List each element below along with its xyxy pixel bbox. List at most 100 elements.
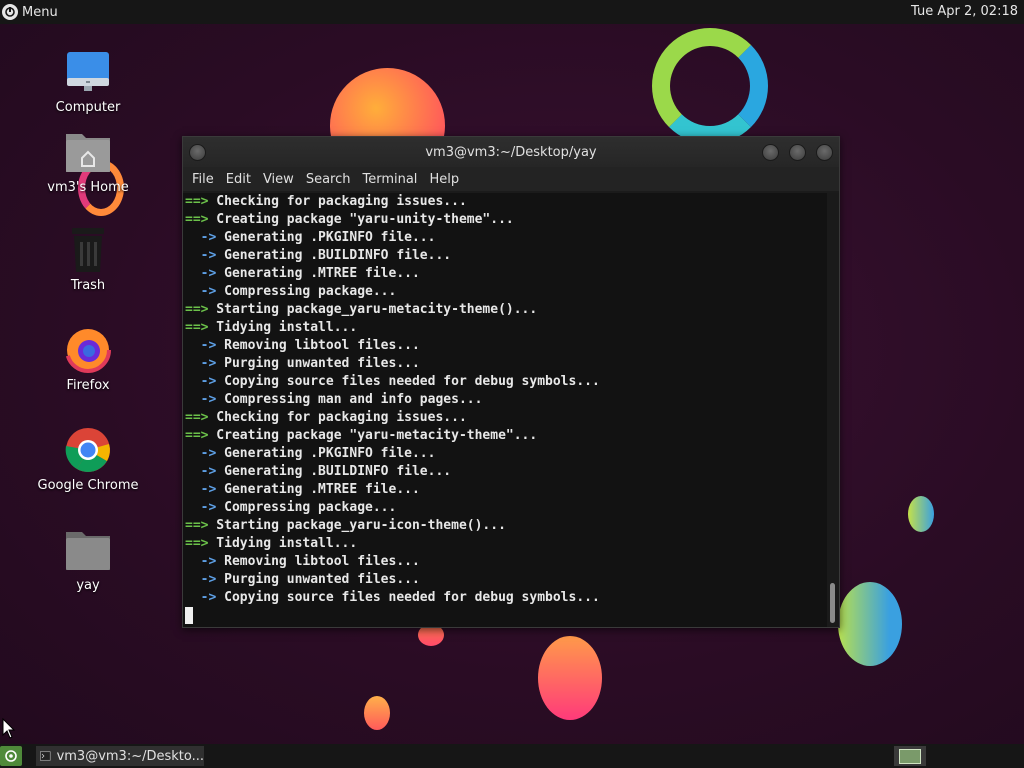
trash-icon bbox=[64, 226, 112, 274]
line-text: Generating .BUILDINFO file... bbox=[216, 464, 452, 479]
terminal-line: -> Compressing man and info pages... bbox=[185, 391, 829, 409]
window-title: vm3@vm3:~/Desktop/yay bbox=[425, 144, 597, 160]
window-titlebar[interactable]: vm3@vm3:~/Desktop/yay bbox=[183, 137, 839, 167]
terminal-line: -> Generating .PKGINFO file... bbox=[185, 445, 829, 463]
line-prefix: ==> bbox=[185, 410, 209, 425]
terminal-line: -> Compressing package... bbox=[185, 499, 829, 517]
start-logo-icon bbox=[5, 750, 17, 762]
line-prefix: ==> bbox=[185, 536, 209, 551]
desktop-icon-home[interactable]: vm3's Home bbox=[33, 128, 143, 195]
terminal-line: -> Purging unwanted files... bbox=[185, 571, 829, 589]
minimize-button[interactable] bbox=[762, 144, 779, 161]
line-text: Generating .BUILDINFO file... bbox=[216, 248, 452, 263]
start-menu-button[interactable] bbox=[0, 746, 22, 766]
line-text: Starting package_yaru-icon-theme()... bbox=[208, 518, 506, 533]
terminal-line: ==> Creating package "yaru-unity-theme".… bbox=[185, 211, 829, 229]
line-text: Generating .MTREE file... bbox=[216, 482, 420, 497]
line-prefix: -> bbox=[185, 392, 217, 407]
menu-button[interactable]: Menu bbox=[2, 3, 58, 21]
line-text: Compressing man and info pages... bbox=[216, 392, 483, 407]
chrome-icon bbox=[64, 426, 112, 474]
terminal-line: ==> Creating package "yaru-metacity-them… bbox=[185, 427, 829, 445]
line-prefix: -> bbox=[185, 500, 217, 515]
home-folder-icon bbox=[64, 128, 112, 176]
line-prefix: -> bbox=[185, 356, 217, 371]
desktop-icon-label: Trash bbox=[70, 278, 106, 293]
terminal-line: -> Generating .MTREE file... bbox=[185, 265, 829, 283]
menu-logo-icon bbox=[2, 4, 18, 20]
line-text: Generating .PKGINFO file... bbox=[216, 446, 436, 461]
computer-icon bbox=[64, 48, 112, 96]
mouse-pointer-icon bbox=[2, 717, 16, 744]
line-prefix: -> bbox=[185, 374, 217, 389]
scrollbar-thumb[interactable] bbox=[830, 583, 835, 623]
line-text: Starting package_yaru-metacity-theme()..… bbox=[208, 302, 538, 317]
menu-view[interactable]: View bbox=[258, 172, 299, 187]
clock[interactable]: Tue Apr 2, 02:18 bbox=[911, 4, 1018, 19]
line-prefix: ==> bbox=[185, 320, 209, 335]
line-prefix: -> bbox=[185, 590, 217, 605]
desktop-icon-trash[interactable]: Trash bbox=[33, 226, 143, 293]
terminal-line: -> Purging unwanted files... bbox=[185, 355, 829, 373]
desktop-icon-label: vm3's Home bbox=[47, 180, 129, 195]
terminal-line: ==> Starting package_yaru-metacity-theme… bbox=[185, 301, 829, 319]
terminal-lines: ==> Checking for packaging issues... ==> … bbox=[185, 193, 829, 607]
desktop-icon-chrome[interactable]: Google Chrome bbox=[33, 426, 143, 493]
line-text: Purging unwanted files... bbox=[216, 572, 420, 587]
desktop-icon-firefox[interactable]: Firefox bbox=[33, 326, 143, 393]
line-text: Checking for packaging issues... bbox=[208, 410, 467, 425]
line-text: Removing libtool files... bbox=[216, 338, 420, 353]
line-prefix: ==> bbox=[185, 194, 209, 209]
line-prefix: -> bbox=[185, 464, 217, 479]
workspace-thumbnail bbox=[899, 748, 921, 764]
close-button[interactable] bbox=[816, 144, 833, 161]
line-text: Checking for packaging issues... bbox=[208, 194, 467, 209]
terminal-window[interactable]: vm3@vm3:~/Desktop/yay File Edit View Sea… bbox=[182, 136, 840, 628]
firefox-icon bbox=[64, 326, 112, 374]
line-prefix: ==> bbox=[185, 518, 209, 533]
desktop-icon-computer[interactable]: Computer bbox=[33, 48, 143, 115]
line-prefix: -> bbox=[185, 266, 217, 281]
terminal-line: ==> Starting package_yaru-icon-theme()..… bbox=[185, 517, 829, 535]
menu-label: Menu bbox=[22, 4, 58, 20]
wallpaper-blue-green-bubble bbox=[908, 496, 934, 532]
terminal-line: -> Generating .PKGINFO file... bbox=[185, 229, 829, 247]
menu-help[interactable]: Help bbox=[424, 172, 464, 187]
terminal-line: -> Generating .MTREE file... bbox=[185, 481, 829, 499]
line-text: Tidying install... bbox=[208, 320, 358, 335]
line-prefix: -> bbox=[185, 446, 217, 461]
line-text: Copying source files needed for debug sy… bbox=[216, 590, 600, 605]
terminal-line: ==> Checking for packaging issues... bbox=[185, 193, 829, 211]
line-prefix: -> bbox=[185, 554, 217, 569]
taskbar-window-label: vm3@vm3:~/Deskto... bbox=[56, 748, 204, 764]
menu-edit[interactable]: Edit bbox=[221, 172, 256, 187]
desktop-icon-label: Computer bbox=[55, 100, 121, 115]
prompt-line bbox=[185, 607, 829, 625]
taskbar-window-button[interactable]: vm3@vm3:~/Deskto... bbox=[36, 746, 204, 766]
wallpaper-large-green-bubble bbox=[838, 582, 902, 666]
terminal-icon bbox=[40, 751, 51, 761]
terminal-line: -> Copying source files needed for debug… bbox=[185, 589, 829, 607]
line-text: Compressing package... bbox=[216, 284, 397, 299]
menu-file[interactable]: File bbox=[187, 172, 219, 187]
line-text: Generating .MTREE file... bbox=[216, 266, 420, 281]
terminal-line: ==> Tidying install... bbox=[185, 319, 829, 337]
wallpaper-pink-bubble bbox=[538, 636, 602, 720]
line-text: Purging unwanted files... bbox=[216, 356, 420, 371]
workspace-switcher[interactable] bbox=[894, 746, 926, 766]
scrollbar[interactable] bbox=[827, 193, 839, 627]
wallpaper-small-orange-bubble bbox=[364, 696, 390, 730]
maximize-button[interactable] bbox=[789, 144, 806, 161]
window-menu-icon[interactable] bbox=[189, 144, 206, 161]
line-prefix: -> bbox=[185, 230, 217, 245]
desktop-icon-yay[interactable]: yay bbox=[33, 526, 143, 593]
line-prefix: ==> bbox=[185, 302, 209, 317]
terminal-line: -> Removing libtool files... bbox=[185, 553, 829, 571]
terminal-line: -> Generating .BUILDINFO file... bbox=[185, 247, 829, 265]
menu-search[interactable]: Search bbox=[301, 172, 356, 187]
line-prefix: -> bbox=[185, 338, 217, 353]
desktop-icon-label: Firefox bbox=[66, 378, 110, 393]
line-text: Compressing package... bbox=[216, 500, 397, 515]
terminal-output[interactable]: ==> Checking for packaging issues... ==> … bbox=[183, 193, 829, 627]
menu-terminal[interactable]: Terminal bbox=[357, 172, 422, 187]
